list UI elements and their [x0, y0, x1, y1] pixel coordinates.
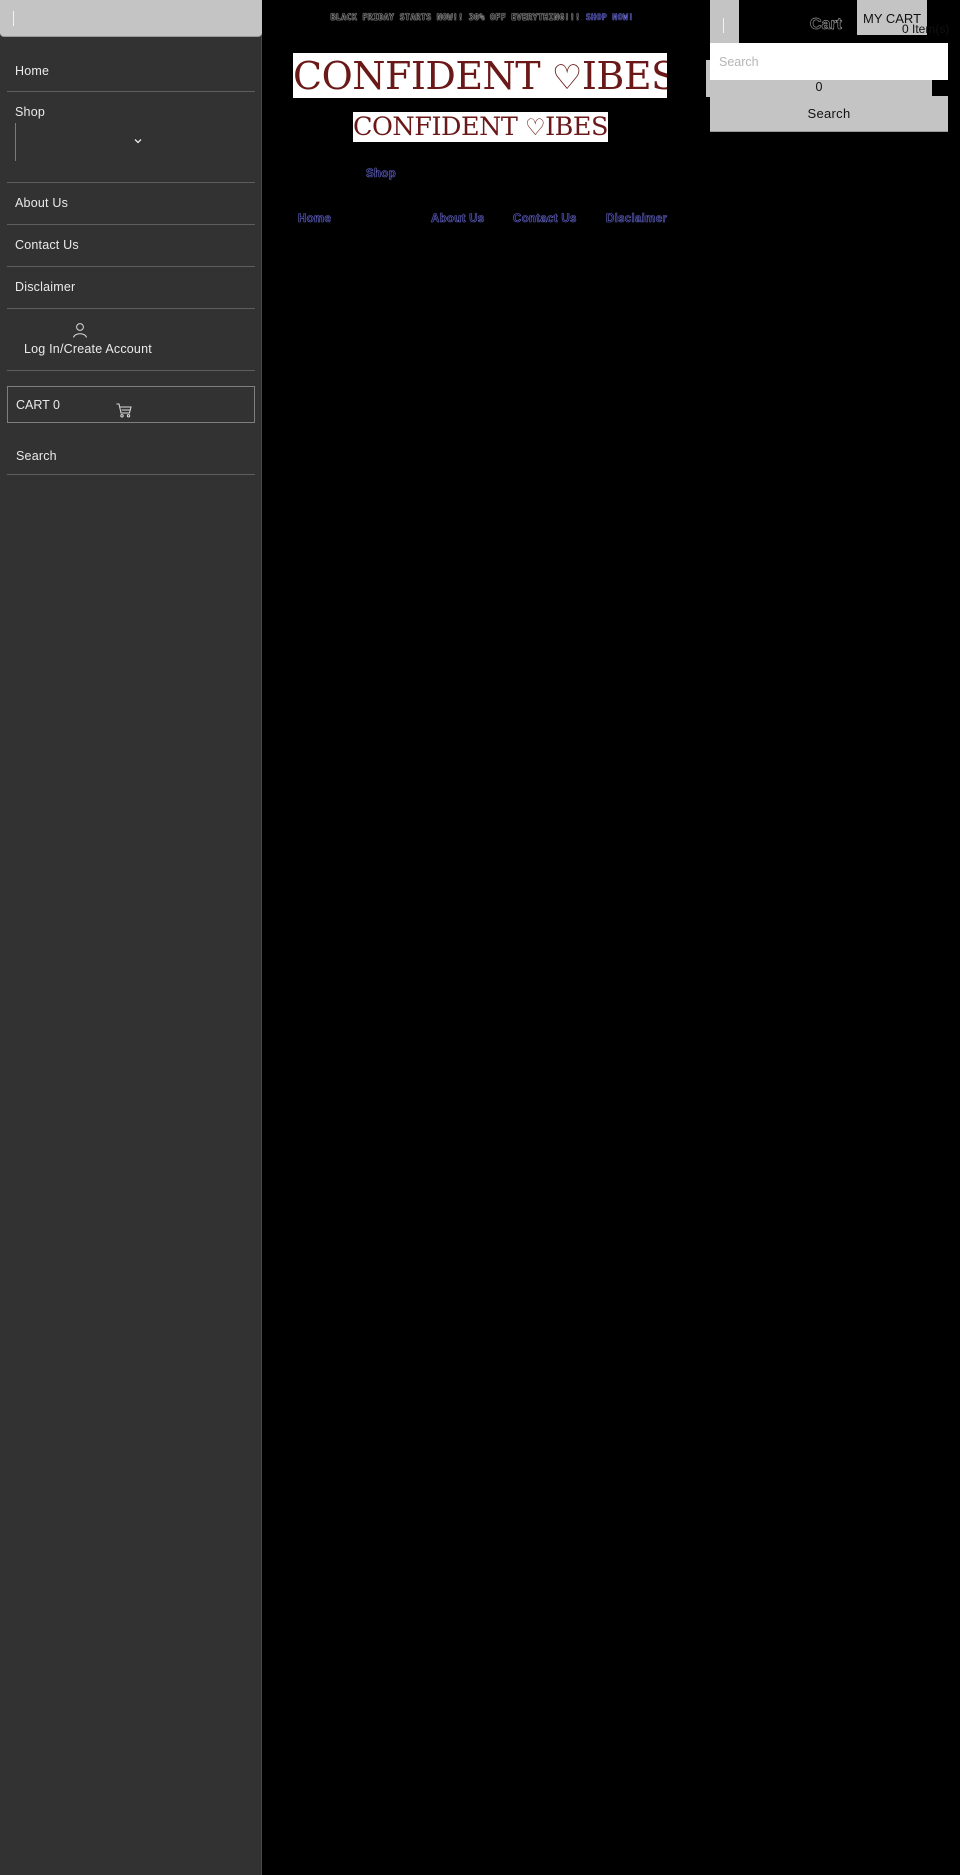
heart-icon: ♡ [551, 58, 583, 98]
sidebar-item-shop[interactable]: Shop [7, 92, 255, 183]
cart-label: CART 0 [16, 398, 61, 412]
shop-now-link[interactable]: SHOP NOW! [586, 13, 634, 23]
sidebar-item-home[interactable]: Home [7, 48, 255, 92]
shopping-cart-icon [116, 403, 132, 418]
sidebar-item-label: Search [16, 449, 57, 463]
logo-text: CONFIDENT [353, 112, 525, 142]
search-input[interactable] [710, 43, 948, 80]
nav-link-contact-us[interactable]: Contact Us [513, 213, 577, 225]
login-label: Log In/Create Account [24, 342, 152, 356]
logo-text: CONFIDENT [293, 54, 552, 98]
sidebar-item-label: Shop [15, 105, 45, 119]
heart-icon: ♡ [525, 115, 546, 141]
nav-link-about-us[interactable]: About Us [431, 213, 485, 225]
mobile-menu-sidebar: Home Shop About Us Contact Us Disclaimer… [0, 0, 262, 1875]
user-icon [73, 323, 87, 338]
text-cursor-icon [13, 11, 14, 26]
sidebar-item-search[interactable]: Search [7, 437, 255, 475]
shop-category-select[interactable] [15, 123, 145, 161]
cart-count-value: 0 [815, 80, 823, 94]
sidebar-item-disclaimer[interactable]: Disclaimer [7, 267, 255, 309]
logo-text: IBES [545, 112, 608, 142]
sidebar-item-label: Disclaimer [15, 280, 76, 294]
sidebar-item-contact-us[interactable]: Contact Us [7, 225, 255, 267]
sidebar-item-label: About Us [15, 196, 69, 210]
cart-item-count: 0 Item(s) [902, 22, 950, 36]
sidebar-close-bar[interactable] [0, 0, 262, 37]
nav-link-home[interactable]: Home [298, 213, 331, 225]
nav-link-shop[interactable]: Shop [366, 168, 396, 180]
sidebar-item-label: Home [15, 64, 50, 78]
announcement-text: BLACK FRIDAY STARTS NOW!! 30% OFF EVERYT… [330, 13, 586, 23]
sidebar-item-login[interactable]: Log In/Create Account [7, 309, 255, 371]
sidebar-item-label: Contact Us [15, 238, 79, 252]
sidebar-item-about-us[interactable]: About Us [7, 183, 255, 225]
menu-toggle-button[interactable] [710, 0, 739, 43]
nav-link-disclaimer[interactable]: Disclaimer [606, 213, 667, 225]
logo-text: IBES [581, 54, 667, 98]
text-cursor-icon [723, 18, 724, 33]
cart-link[interactable]: Cart [810, 16, 842, 34]
announcement-bar: BLACK FRIDAY STARTS NOW!! 30% OFF EVERYT… [262, 9, 702, 28]
search-button[interactable]: Search [710, 96, 948, 132]
sidebar-cart-button[interactable]: CART 0 [7, 386, 255, 423]
site-logo-small[interactable]: CONFIDENT ♡IBES [353, 112, 608, 142]
chevron-down-icon [134, 139, 142, 144]
site-logo-large[interactable]: CONFIDENT ♡IBES [293, 53, 667, 98]
